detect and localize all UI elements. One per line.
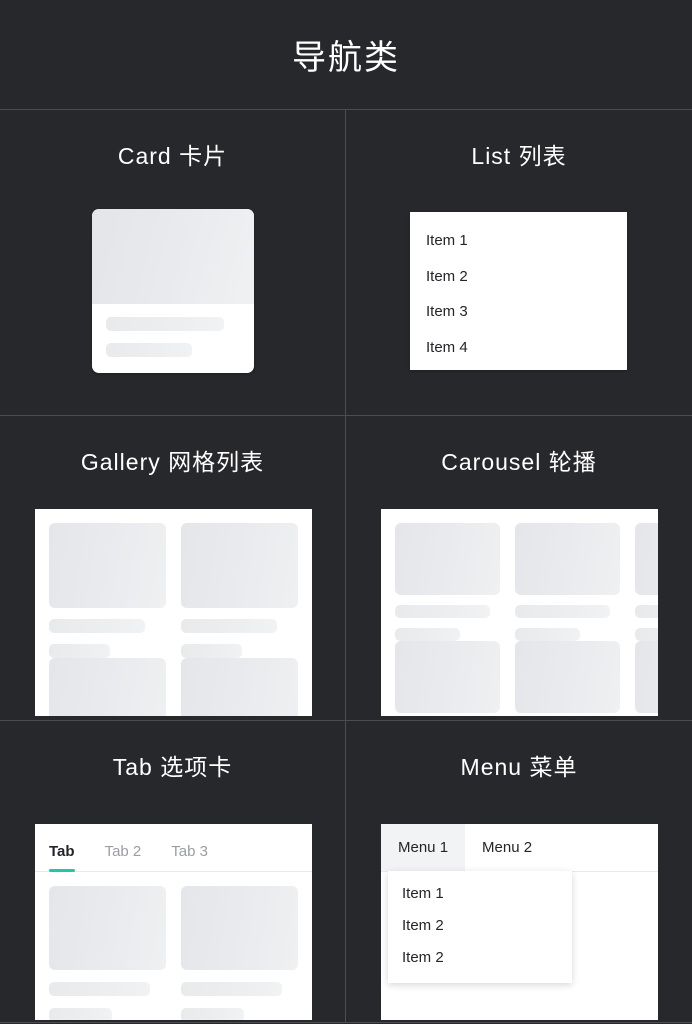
- gallery-image-placeholder: [181, 658, 298, 716]
- gallery-text-placeholder-line: [49, 644, 110, 658]
- section-gallery: Gallery 网格列表: [0, 416, 346, 721]
- card-image-placeholder: [92, 209, 254, 304]
- carousel-image-placeholder: [515, 641, 620, 713]
- menu-component: Menu 1 Menu 2 Item 1 Item 2 Item 2: [381, 824, 658, 1020]
- section-card: Card 卡片: [0, 110, 346, 416]
- gallery-tile[interactable]: [181, 523, 298, 658]
- tab-text-placeholder-line: [181, 982, 282, 996]
- tab-item-label: Tab 3: [171, 843, 208, 860]
- carousel-component: [381, 509, 658, 716]
- list-item[interactable]: Item 4: [410, 327, 627, 363]
- card-stage: [0, 190, 345, 415]
- section-title-card: Card 卡片: [117, 143, 228, 169]
- gallery-tile[interactable]: [49, 658, 166, 716]
- section-list: List 列表 Item 1 Item 2 Item 3 Item 4: [346, 110, 692, 416]
- tab-active-indicator: [49, 869, 75, 872]
- tab-text-placeholder-line: [49, 1008, 113, 1020]
- section-title-carousel: Carousel 轮播: [441, 449, 597, 475]
- gallery-component: [35, 509, 312, 716]
- gallery-tile[interactable]: [49, 523, 166, 658]
- tab-item-label: Tab 2: [104, 843, 142, 860]
- section-title-menu: Menu 菜单: [460, 754, 578, 780]
- section-title-list: List 列表: [471, 143, 567, 169]
- tab-image-placeholder: [181, 886, 298, 970]
- tab-text-placeholder-line: [181, 1008, 245, 1020]
- gallery-tile[interactable]: [181, 658, 298, 716]
- carousel-slide[interactable]: [515, 641, 620, 713]
- menu-dropdown-item[interactable]: Item 2: [388, 910, 572, 942]
- component-grid: Card 卡片 List 列表 Item 1 Item 2 Item 3 Ite…: [0, 110, 692, 1023]
- carousel-image-placeholder: [635, 523, 658, 595]
- section-title-gallery: Gallery 网格列表: [80, 449, 265, 475]
- tab-item-1[interactable]: Tab: [49, 843, 75, 872]
- carousel-text-placeholder-line: [395, 605, 490, 618]
- gallery-text-placeholder-line: [49, 619, 145, 633]
- card-text-placeholder-line: [106, 317, 224, 331]
- tab-panel: [35, 872, 312, 1020]
- card-text-placeholder-line: [106, 343, 192, 357]
- gallery-stage: [0, 496, 345, 720]
- list-item[interactable]: Item 2: [410, 256, 627, 292]
- card-body: [92, 304, 254, 357]
- menu-top-item-1[interactable]: Menu 1: [381, 824, 466, 871]
- tab-item-3[interactable]: Tab 3: [171, 843, 208, 871]
- carousel-slide[interactable]: [515, 523, 620, 641]
- tab-stage: Tab Tab 2 Tab 3: [0, 801, 345, 1022]
- carousel-slide[interactable]: [395, 523, 500, 641]
- gallery-grid: [35, 509, 312, 716]
- carousel-text-placeholder-line: [635, 628, 658, 641]
- list-component: Item 1 Item 2 Item 3 Item 4: [410, 212, 627, 370]
- page-title: 导航类: [292, 39, 400, 77]
- gallery-text-placeholder-line: [181, 619, 277, 633]
- carousel-slide[interactable]: [635, 641, 658, 713]
- carousel-image-placeholder: [635, 641, 658, 713]
- tab-item-label: Tab: [49, 843, 75, 860]
- gallery-image-placeholder: [181, 523, 298, 608]
- tab-bar: Tab Tab 2 Tab 3: [35, 824, 312, 872]
- menu-dropdown-item[interactable]: Item 2: [388, 942, 572, 974]
- carousel-image-placeholder: [515, 523, 620, 595]
- menu-top-item-2[interactable]: Menu 2: [465, 824, 549, 871]
- section-menu: Menu 菜单 Menu 1 Menu 2 Item 1 Item 2 Item…: [346, 721, 692, 1023]
- gallery-image-placeholder: [49, 523, 166, 608]
- gallery-image-placeholder: [49, 658, 166, 716]
- tab-content-tile[interactable]: [181, 886, 298, 1020]
- carousel-image-placeholder: [395, 641, 500, 713]
- page-header: 导航类: [0, 0, 692, 110]
- navigation-components-showcase: 导航类 Card 卡片 List 列表 Item 1 Item 2 Item 3…: [0, 0, 692, 1024]
- carousel-text-placeholder-line: [395, 628, 461, 641]
- list-item[interactable]: Item 1: [410, 212, 627, 256]
- gallery-text-placeholder-line: [181, 644, 242, 658]
- tab-content-tile[interactable]: [49, 886, 166, 1020]
- tab-item-2[interactable]: Tab 2: [105, 843, 142, 871]
- carousel-text-placeholder-line: [515, 605, 610, 618]
- carousel-text-placeholder-line: [515, 628, 581, 641]
- section-tab: Tab 选项卡 Tab Tab 2 Tab 3: [0, 721, 346, 1023]
- list-stage: Item 1 Item 2 Item 3 Item 4: [346, 190, 692, 415]
- section-carousel: Carousel 轮播: [346, 416, 692, 721]
- carousel-track[interactable]: [381, 509, 658, 713]
- card-component[interactable]: [92, 209, 254, 373]
- carousel-text-placeholder-line: [635, 605, 658, 618]
- carousel-stage: [346, 496, 692, 720]
- carousel-image-placeholder: [395, 523, 500, 595]
- carousel-slide[interactable]: [635, 523, 658, 641]
- menu-dropdown-item[interactable]: Item 1: [388, 878, 572, 910]
- section-title-tab: Tab 选项卡: [112, 754, 233, 780]
- carousel-slide[interactable]: [395, 641, 500, 713]
- menu-dropdown: Item 1 Item 2 Item 2: [388, 871, 572, 983]
- menu-stage: Menu 1 Menu 2 Item 1 Item 2 Item 2: [346, 801, 692, 1022]
- tab-text-placeholder-line: [49, 982, 150, 996]
- tab-component: Tab Tab 2 Tab 3: [35, 824, 312, 1020]
- tab-image-placeholder: [49, 886, 166, 970]
- list-item[interactable]: Item 3: [410, 291, 627, 327]
- menu-bar: Menu 1 Menu 2: [381, 824, 658, 872]
